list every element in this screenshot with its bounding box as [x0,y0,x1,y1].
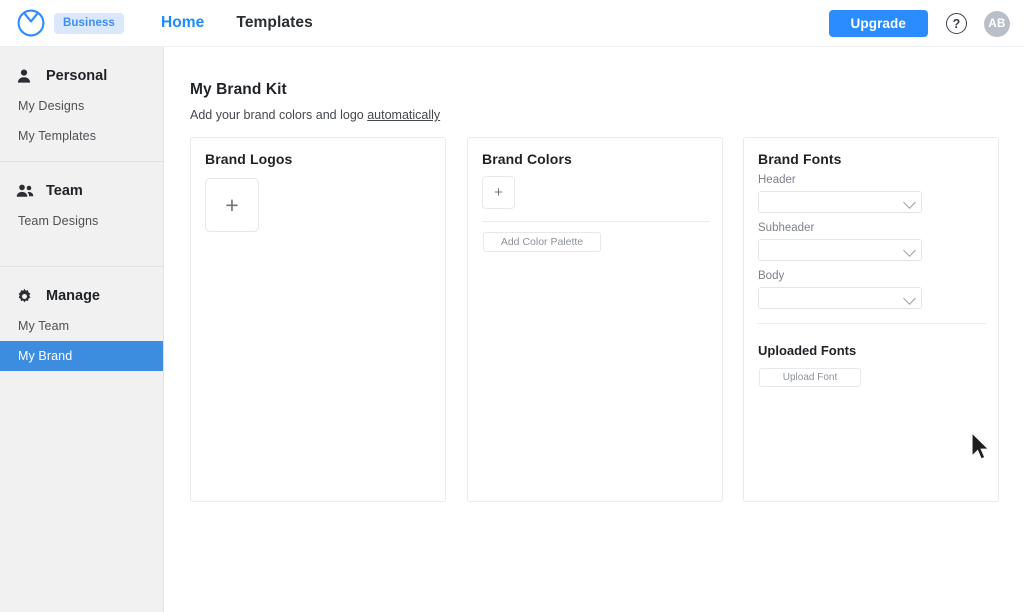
gear-icon [16,287,38,305]
page-subtitle-text: Add your brand colors and logo [190,108,368,122]
people-icon [16,182,38,200]
chevron-down-icon [903,196,916,209]
header-font-label: Header [758,174,796,186]
add-color-palette-button[interactable]: Add Color Palette [483,232,601,252]
upload-font-button[interactable]: Upload Font [759,368,861,387]
divider [482,221,710,222]
chevron-down-icon [903,292,916,305]
brand-colors-card: Brand Colors + Add Color Palette [467,137,723,502]
brand-colors-title: Brand Colors [482,151,572,167]
sidebar: Personal My Designs My Templates Team Te… [0,47,164,612]
nav-home[interactable]: Home [161,14,204,32]
body-font-select[interactable] [758,287,922,309]
brand-logos-card: Brand Logos + [190,137,446,502]
brand-fonts-title: Brand Fonts [758,151,842,167]
sidebar-group-personal: Personal My Designs My Templates [0,47,163,161]
brand-fonts-card: Brand Fonts Header Subheader Body Upload… [743,137,999,502]
divider [757,323,986,324]
header-actions: Upgrade ? AB [828,0,1010,47]
person-icon [16,67,38,85]
canva-circle-logo-icon[interactable] [14,6,48,40]
brand-logos-title: Brand Logos [205,151,293,167]
subheader-font-label: Subheader [758,222,815,234]
main-content: My Brand Kit Add your brand colors and l… [165,47,1024,612]
app-window: Business Home Templates Upgrade ? AB Per… [0,0,1024,612]
header-font-select[interactable] [758,191,922,213]
sidebar-item-my-brand[interactable]: My Brand [0,341,163,371]
upgrade-button[interactable]: Upgrade [828,10,928,37]
sidebar-group-team: Team Team Designs [0,161,163,266]
page-title: My Brand Kit [190,81,287,98]
add-logo-button[interactable]: + [205,178,259,232]
sidebar-group-manage: Manage My Team My Brand [0,266,163,371]
body-font-label: Body [758,270,785,282]
sidebar-item-my-team[interactable]: My Team [0,311,163,341]
subheader-font-select[interactable] [758,239,922,261]
page-subtitle: Add your brand colors and logo automatic… [190,108,440,122]
sidebar-heading-team: Team [0,176,163,206]
avatar[interactable]: AB [984,10,1010,37]
help-icon[interactable]: ? [946,13,967,34]
plan-badge[interactable]: Business [54,12,124,34]
sidebar-heading-label: Personal [46,68,108,84]
main-nav: Home Templates [161,14,345,32]
sidebar-item-team-designs[interactable]: Team Designs [0,206,163,236]
plus-icon: + [494,184,503,201]
top-header: Business Home Templates Upgrade ? AB [0,0,1024,47]
sidebar-item-my-templates[interactable]: My Templates [0,121,163,151]
chevron-down-icon [903,244,916,257]
uploaded-fonts-title: Uploaded Fonts [758,343,857,358]
add-color-button[interactable]: + [482,176,515,209]
sidebar-item-my-designs[interactable]: My Designs [0,91,163,121]
sidebar-heading-manage: Manage [0,281,163,311]
nav-templates[interactable]: Templates [236,14,312,32]
sidebar-heading-label: Manage [46,288,100,304]
plus-icon: + [225,191,239,218]
automatically-link[interactable]: automatically [367,108,440,122]
sidebar-heading-label: Team [46,183,83,199]
sidebar-heading-personal: Personal [0,61,163,91]
